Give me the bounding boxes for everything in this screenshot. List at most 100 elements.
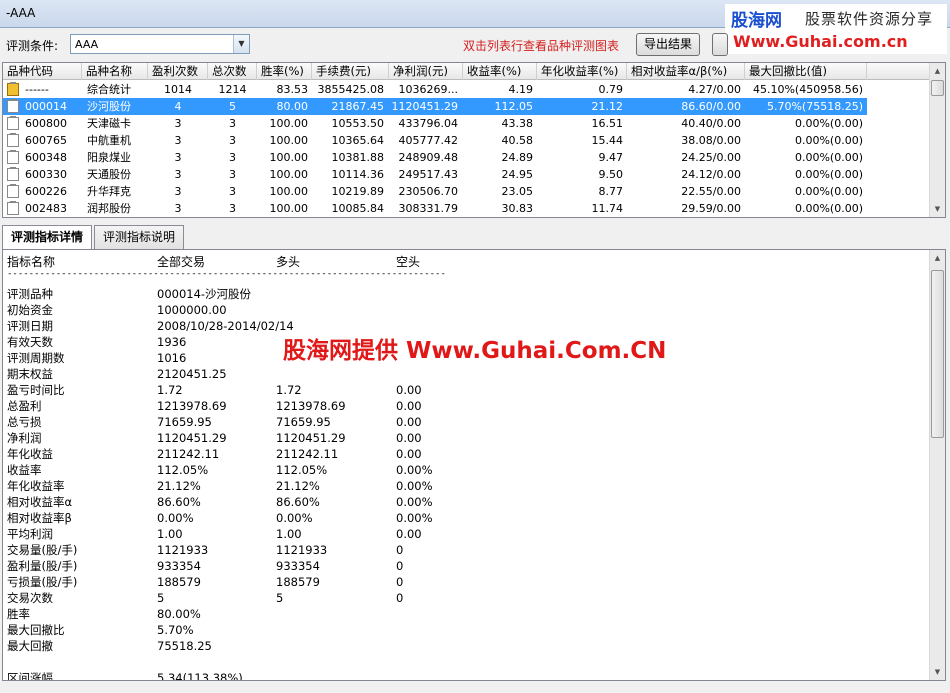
cell-name: 升华拜克 bbox=[87, 185, 131, 198]
cell-win: 3 bbox=[174, 117, 182, 130]
table-row[interactable]: 600330 天通股份 3 3 100.00 10114.36 249517.43 24.95… bbox=[3, 166, 867, 183]
cell-fee: 10553.50 bbox=[331, 117, 385, 130]
metric-short: 0.00 bbox=[396, 527, 422, 541]
scroll-down-icon[interactable]: ▼ bbox=[930, 664, 945, 680]
metric-all: 71659.95 bbox=[157, 415, 212, 429]
cell-profit: 1120451.29 bbox=[391, 100, 458, 113]
metric-short: 0 bbox=[396, 591, 404, 605]
table-row[interactable]: ------ 综合统计 1014 1214 83.53 3855425.08 1036269… bbox=[3, 81, 867, 98]
col-relative[interactable]: 相对收益率α/β(%) bbox=[627, 63, 745, 80]
export-button[interactable]: 导出结果 bbox=[636, 33, 700, 56]
cell-rel: 22.55/0.00 bbox=[681, 185, 741, 198]
filter-bar: 评测条件: AAA ▼ 双击列表行查看品种评测图表 导出结果 bbox=[0, 29, 950, 61]
metric-name: 交易量(股/手) bbox=[7, 543, 78, 557]
cell-total: 3 bbox=[229, 202, 236, 215]
cell-dd: 0.00%(0.00) bbox=[794, 202, 863, 215]
cell-annual: 16.51 bbox=[591, 117, 624, 130]
table-row[interactable]: 002483 润邦股份 3 3 100.00 10085.84 308331.79 30.83… bbox=[3, 200, 867, 217]
metric-short: 0.00 bbox=[396, 415, 422, 429]
metric-name: 评测品种 bbox=[7, 287, 53, 301]
cell-code: 600226 bbox=[25, 185, 67, 198]
filter-label: 评测条件: bbox=[6, 39, 59, 53]
cell-rel: 86.60/0.00 bbox=[681, 100, 741, 113]
table-row[interactable]: 600348 阳泉煤业 3 3 100.00 10381.88 248909.48 24.89… bbox=[3, 149, 867, 166]
col-total[interactable]: 总次数 bbox=[208, 63, 257, 80]
cell-dd: 0.00%(0.00) bbox=[794, 134, 863, 147]
detail-header-long: 多头 bbox=[276, 255, 301, 269]
cell-fee: 10114.36 bbox=[331, 168, 385, 181]
tab-detail[interactable]: 评测指标详情 bbox=[2, 225, 93, 250]
cell-rate: 80.00 bbox=[276, 100, 309, 113]
metric-long: 112.05% bbox=[276, 463, 328, 477]
detail-separator: ----------------------------------------… bbox=[7, 269, 447, 279]
metric-name: 总盈利 bbox=[7, 399, 42, 413]
metric-name: 区间涨幅 bbox=[7, 671, 53, 681]
cell-rel: 24.25/0.00 bbox=[681, 151, 741, 164]
col-win[interactable]: 盈利次数 bbox=[148, 63, 208, 80]
cell-name: 中航重机 bbox=[87, 134, 131, 147]
cell-profit: 249517.43 bbox=[398, 168, 459, 181]
table-row[interactable]: 600765 中航重机 3 3 100.00 10365.64 405777.42 40.58… bbox=[3, 132, 867, 149]
clipboard-icon bbox=[7, 150, 19, 164]
metric-short: 0.00 bbox=[396, 447, 422, 461]
metric-all: 21.12% bbox=[157, 479, 201, 493]
table-row[interactable]: 600800 天津磁卡 3 3 100.00 10553.50 433796.04 43.38… bbox=[3, 115, 867, 132]
scroll-thumb[interactable] bbox=[931, 80, 944, 96]
tab-explanation[interactable]: 评测指标说明 bbox=[94, 225, 185, 249]
cell-code: 000014 bbox=[25, 100, 67, 113]
col-drawdown[interactable]: 最大回撤比(值) bbox=[745, 63, 867, 80]
cell-win: 1014 bbox=[164, 83, 192, 96]
cell-code: 002483 bbox=[25, 202, 67, 215]
metric-name: 有效天数 bbox=[7, 335, 53, 349]
cell-profit: 308331.79 bbox=[398, 202, 459, 215]
metric-name: 平均利润 bbox=[7, 527, 53, 541]
cell-name: 沙河股份 bbox=[87, 100, 131, 113]
cell-win: 3 bbox=[174, 168, 182, 181]
watermark-text: 股海网提供 Www.Guhai.Com.CN bbox=[283, 338, 667, 364]
window-title: -AAA bbox=[6, 6, 36, 20]
clipboard-icon bbox=[7, 184, 19, 198]
cell-win: 3 bbox=[174, 151, 182, 164]
col-profit[interactable]: 净利润(元) bbox=[389, 63, 463, 80]
metric-long: 933354 bbox=[276, 559, 320, 573]
metric-name: 评测日期 bbox=[7, 319, 53, 333]
chevron-down-icon[interactable]: ▼ bbox=[233, 35, 249, 53]
col-rate[interactable]: 胜率(%) bbox=[257, 63, 312, 80]
metric-all: 1936 bbox=[157, 335, 187, 349]
metric-long: 71659.95 bbox=[276, 415, 331, 429]
results-grid[interactable]: 品种代码 品种名称 盈利次数 总次数 胜率(%) 手续费(元) 净利润(元) 收… bbox=[2, 62, 946, 218]
metric-all: 000014-沙河股份 bbox=[157, 287, 252, 301]
col-fee[interactable]: 手续费(元) bbox=[312, 63, 389, 80]
metric-row: 相对收益率α 86.60% 86.60% 0.00% bbox=[3, 494, 923, 510]
condition-select[interactable]: AAA ▼ bbox=[70, 34, 250, 54]
grid-header: 品种代码 品种名称 盈利次数 总次数 胜率(%) 手续费(元) 净利润(元) 收… bbox=[3, 63, 931, 80]
table-row[interactable]: 000014 沙河股份 4 5 80.00 21867.45 1120451.29 112.0… bbox=[3, 98, 867, 115]
col-annual[interactable]: 年化收益率(%) bbox=[537, 63, 627, 80]
scroll-thumb[interactable] bbox=[931, 270, 944, 438]
metric-name: 相对收益率β bbox=[7, 511, 72, 525]
clipboard-icon bbox=[7, 167, 19, 181]
detail-scrollbar[interactable]: ▲ ▼ bbox=[929, 250, 945, 680]
metric-row bbox=[3, 654, 923, 670]
cell-code: ------ bbox=[25, 83, 49, 96]
col-return[interactable]: 收益率(%) bbox=[463, 63, 537, 80]
scroll-down-icon[interactable]: ▼ bbox=[930, 201, 945, 217]
extra-button[interactable] bbox=[712, 33, 728, 56]
metric-name: 胜率 bbox=[7, 607, 30, 621]
metric-row: 评测品种 000014-沙河股份 bbox=[3, 286, 923, 302]
scroll-up-icon[interactable]: ▲ bbox=[930, 63, 945, 79]
cell-rate: 83.53 bbox=[276, 83, 309, 96]
grid-scrollbar[interactable]: ▲ ▼ bbox=[929, 63, 945, 217]
metric-row: 年化收益 211242.11 211242.11 0.00 bbox=[3, 446, 923, 462]
cell-profit: 405777.42 bbox=[398, 134, 459, 147]
cell-name: 阳泉煤业 bbox=[87, 151, 131, 164]
table-row[interactable]: 600226 升华拜克 3 3 100.00 10219.89 230506.70 23.05… bbox=[3, 183, 867, 200]
cell-rel: 38.08/0.00 bbox=[681, 134, 741, 147]
col-code[interactable]: 品种代码 bbox=[3, 63, 82, 80]
cell-name: 天通股份 bbox=[87, 168, 131, 181]
col-name[interactable]: 品种名称 bbox=[82, 63, 148, 80]
scroll-up-icon[interactable]: ▲ bbox=[930, 250, 945, 266]
cell-dd: 45.10%(450958.56) bbox=[752, 83, 863, 96]
metric-all: 112.05% bbox=[157, 463, 209, 477]
metric-short: 0.00% bbox=[396, 463, 433, 477]
